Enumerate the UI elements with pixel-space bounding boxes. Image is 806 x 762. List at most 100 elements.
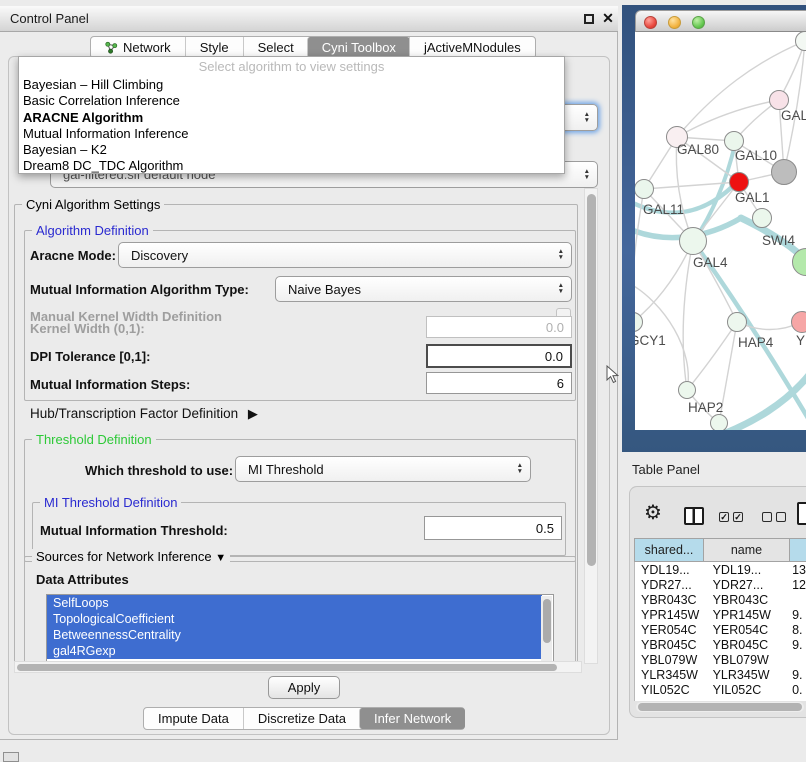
column-header-name[interactable]: name xyxy=(704,538,790,562)
table-cell[interactable]: YER054C xyxy=(635,623,707,637)
table-cell[interactable]: YIL052C xyxy=(707,683,787,697)
network-node[interactable] xyxy=(727,312,747,332)
mi-steps-field[interactable]: 6 xyxy=(426,372,572,394)
collapsed-panel-icon[interactable] xyxy=(3,752,19,762)
gear-icon[interactable]: ⚙ xyxy=(644,502,662,524)
attribute-list-scrollbar[interactable] xyxy=(541,596,552,662)
spinner-arrows-icon: ▲▼ xyxy=(517,463,523,475)
table-cell[interactable]: YLR345W xyxy=(707,668,787,682)
table-cell[interactable]: 9. xyxy=(786,668,806,682)
table-row[interactable]: YDL19...YDL19...13 xyxy=(635,562,806,577)
table-row[interactable]: YPR145WYPR145W9. xyxy=(635,607,806,622)
table-cell[interactable]: YDR27... xyxy=(707,578,787,592)
algorithm-option-mutual-information-inference[interactable]: Mutual Information Inference xyxy=(19,126,564,142)
mi-type-combo[interactable]: Naive Bayes ▲▼ xyxy=(275,276,572,302)
table-cell[interactable]: 12 xyxy=(786,578,806,592)
data-attribute-item[interactable]: gal4RGexp xyxy=(47,643,542,659)
table-cell[interactable]: YDR27... xyxy=(635,578,707,592)
close-icon[interactable]: ✕ xyxy=(600,10,616,26)
tab-style[interactable]: Style xyxy=(185,37,243,58)
tab-select[interactable]: Select xyxy=(243,37,308,58)
network-node[interactable] xyxy=(791,311,806,333)
table-row[interactable]: YBR045CYBR045C9. xyxy=(635,637,806,652)
algorithm-option-dream8-dc-tdc-algorithm[interactable]: Dream8 DC_TDC Algorithm xyxy=(19,158,564,174)
table-cell[interactable]: YLR345W xyxy=(635,668,707,682)
table-cell[interactable]: 9. xyxy=(786,608,806,622)
network-node[interactable] xyxy=(729,172,749,192)
bottom-tab-impute-data[interactable]: Impute Data xyxy=(144,708,243,729)
tab-jactivemnodules[interactable]: jActiveMNodules xyxy=(409,37,535,58)
table-cell[interactable]: YBR045C xyxy=(707,638,787,652)
columns-icon[interactable] xyxy=(684,507,704,525)
data-attribute-item[interactable]: SelfLoops xyxy=(47,595,542,611)
table-cell[interactable]: YBL079W xyxy=(707,653,787,667)
table-cell[interactable]: YIL052C xyxy=(635,683,707,697)
network-node[interactable] xyxy=(769,90,789,110)
column-header-shared[interactable]: shared... xyxy=(634,538,704,562)
table-cell[interactable]: YBR045C xyxy=(635,638,707,652)
mac-close-button[interactable] xyxy=(644,16,657,29)
algorithm-option-aracne-algorithm[interactable]: ARACNE Algorithm xyxy=(19,110,564,126)
algorithm-option-bayesian-hill-climbing[interactable]: Bayesian – Hill Climbing xyxy=(19,77,564,93)
data-attribute-item[interactable]: BetweennessCentrality xyxy=(47,627,542,643)
data-attribute-item[interactable]: TopologicalCoefficient xyxy=(47,611,542,627)
tab-network[interactable]: Network xyxy=(91,37,185,58)
algorithm-option-bayesian-k2[interactable]: Bayesian – K2 xyxy=(19,142,564,158)
select-all-columns-icon[interactable]: ✓ ✓ xyxy=(719,512,743,522)
document-icon[interactable] xyxy=(797,502,806,525)
scrollbar-thumb[interactable] xyxy=(543,599,551,643)
table-cell[interactable]: 9. xyxy=(786,638,806,652)
table-row[interactable]: YBL079WYBL079W xyxy=(635,653,806,668)
table-cell[interactable]: 0. xyxy=(786,683,806,697)
network-window-titlebar[interactable] xyxy=(635,10,806,32)
apply-button[interactable]: Apply xyxy=(268,676,340,699)
table-cell[interactable]: YBR043C xyxy=(635,593,707,607)
table-cell[interactable]: YBL079W xyxy=(635,653,707,667)
network-node[interactable] xyxy=(678,381,696,399)
table-cell[interactable]: YPR145W xyxy=(635,608,707,622)
table-cell[interactable]: 13 xyxy=(786,563,806,577)
hub-definition-expander[interactable]: Hub/Transcription Factor Definition ▶ xyxy=(30,406,258,422)
mi-threshold-field[interactable]: 0.5 xyxy=(424,516,562,540)
dpi-tolerance-field[interactable]: 0.0 xyxy=(426,344,572,368)
which-threshold-combo[interactable]: MI Threshold ▲▼ xyxy=(235,456,531,482)
mac-minimize-button[interactable] xyxy=(668,16,681,29)
mac-zoom-button[interactable] xyxy=(692,16,705,29)
data-attributes-label: Data Attributes xyxy=(36,572,129,587)
table-cell[interactable]: YER054C xyxy=(707,623,787,637)
table-row[interactable]: YBR043CYBR043C xyxy=(635,592,806,607)
bottom-tab-infer-network[interactable]: Infer Network xyxy=(359,708,465,729)
sources-group-title[interactable]: Sources for Network Inference ▼ xyxy=(32,549,230,564)
network-node[interactable] xyxy=(679,227,707,255)
table-row[interactable]: YDR27...YDR27...12 xyxy=(635,577,806,592)
table-row[interactable]: YIL052CYIL052C0. xyxy=(635,683,806,698)
network-canvas[interactable]: GALGAL80GAL10GAL1GAL11SWI4GAL4GCY1HAP4YH… xyxy=(635,32,806,430)
deselect-all-columns-icon[interactable] xyxy=(762,512,786,522)
scrollbar-thumb[interactable] xyxy=(587,194,596,566)
settings-horizontal-scrollbar[interactable] xyxy=(14,661,582,673)
network-node[interactable] xyxy=(752,208,772,228)
table-cell[interactable]: YPR145W xyxy=(707,608,787,622)
data-attributes-list[interactable]: SelfLoopsTopologicalCoefficientBetweenne… xyxy=(46,594,554,662)
table-cell[interactable]: YDL19... xyxy=(635,563,707,577)
table-cell[interactable]: YDL19... xyxy=(707,563,787,577)
column-header-extra[interactable] xyxy=(790,538,806,562)
node-label: GAL80 xyxy=(677,142,719,157)
tab-cyni-toolbox[interactable]: Cyni Toolbox xyxy=(307,37,410,58)
scrollbar-thumb[interactable] xyxy=(17,664,557,671)
table-cell[interactable]: 8. xyxy=(786,623,806,637)
aracne-mode-combo[interactable]: Discovery ▲▼ xyxy=(118,242,572,268)
float-window-icon[interactable] xyxy=(584,14,594,24)
network-node[interactable] xyxy=(710,414,728,430)
network-node[interactable] xyxy=(635,179,654,199)
table-cell[interactable]: YBR043C xyxy=(707,593,787,607)
table-row[interactable]: YLR345WYLR345W9. xyxy=(635,668,806,683)
settings-vertical-scrollbar[interactable] xyxy=(584,188,598,664)
scrollbar-thumb[interactable] xyxy=(638,703,802,711)
kernel-width-field[interactable]: 0.0 xyxy=(426,316,572,338)
tab-label: Impute Data xyxy=(158,711,229,726)
bottom-tab-discretize-data[interactable]: Discretize Data xyxy=(243,708,360,729)
table-row[interactable]: YER054CYER054C8. xyxy=(635,622,806,637)
table-horizontal-scrollbar[interactable] xyxy=(636,702,804,712)
algorithm-option-basic-correlation-inference[interactable]: Basic Correlation Inference xyxy=(19,93,564,109)
